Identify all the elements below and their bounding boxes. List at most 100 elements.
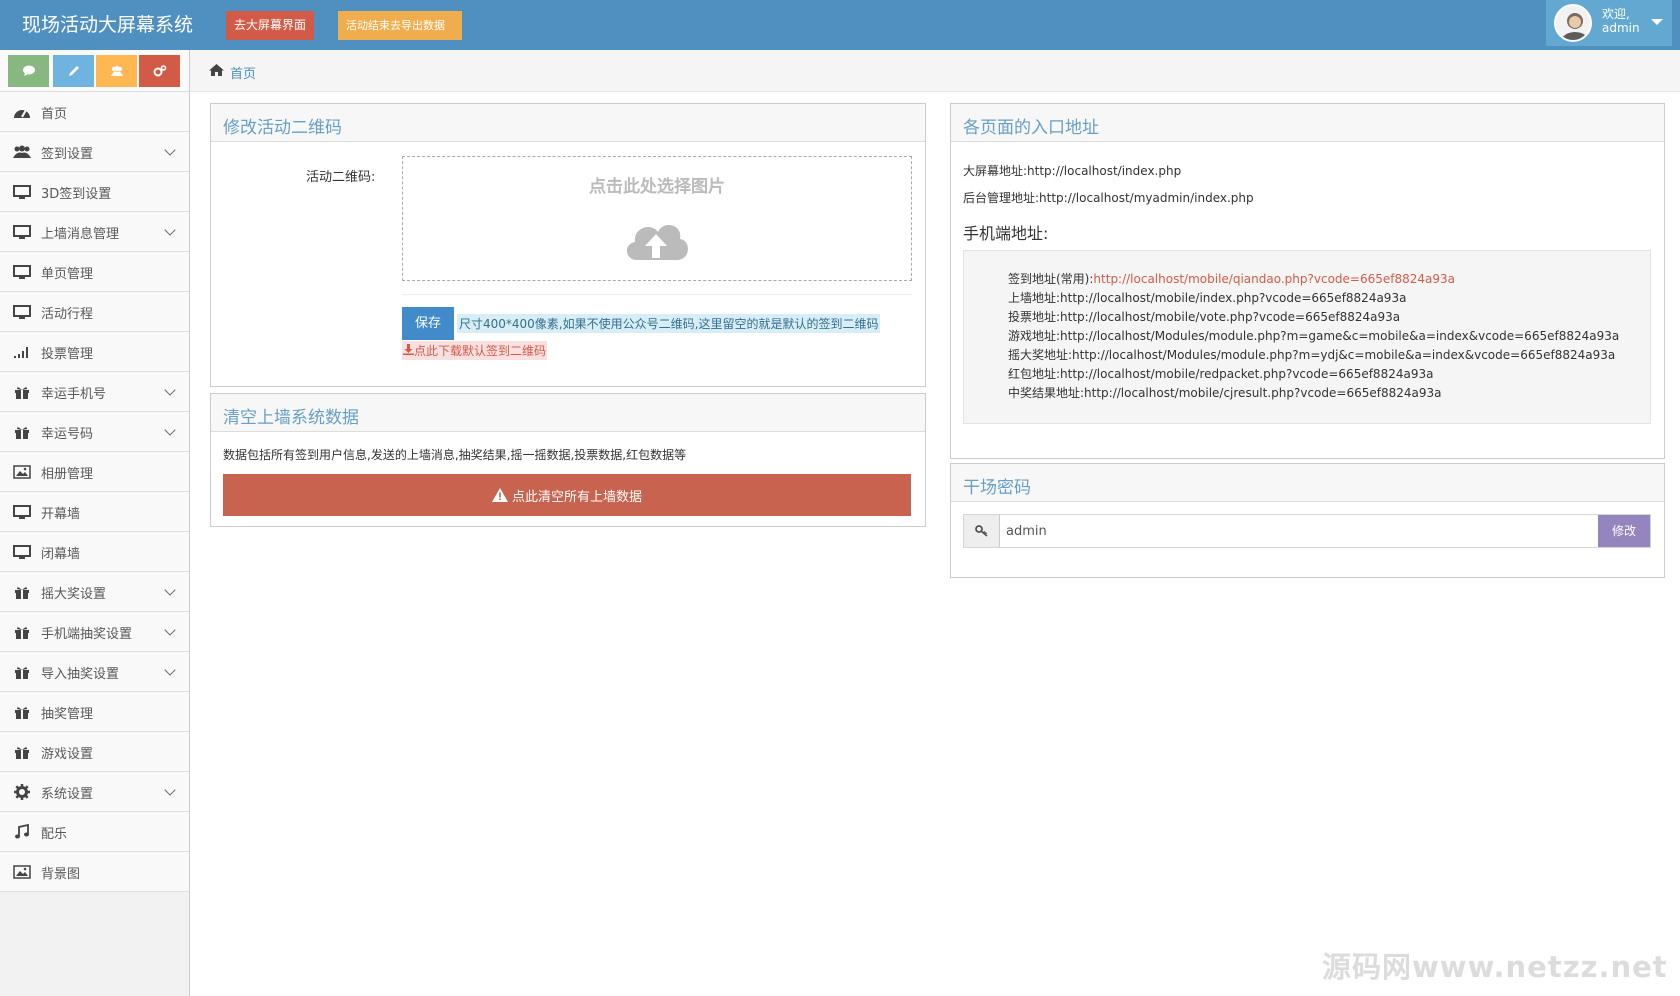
shortcut-users-button[interactable] (96, 55, 137, 87)
key-icon (964, 515, 1000, 547)
sidebar: 首页 签到设置 3D签到设置 上墙消息管理 单页管理 活动行程 投票管理 幸运手… (0, 50, 190, 996)
sidebar-item-signin[interactable]: 签到设置 (0, 132, 189, 172)
users-icon (110, 66, 123, 76)
home-icon (208, 63, 225, 81)
desktop-icon (12, 224, 32, 240)
avatar (1554, 4, 1592, 42)
signal-icon (12, 344, 32, 360)
cogs-icon (153, 65, 166, 77)
sidebar-item-closing-wall[interactable]: 闭幕墙 (0, 532, 189, 572)
warning-icon (491, 488, 508, 502)
pencil-icon (68, 66, 79, 76)
sidebar-shortcuts (0, 50, 189, 92)
shortcut-edit-button[interactable] (53, 55, 94, 87)
gift-icon (12, 704, 32, 720)
user-menu[interactable]: 欢迎, admin (1546, 0, 1672, 46)
chevron-down-icon (164, 664, 176, 676)
entry-urls-widget: 各页面的入口地址 大屏幕地址:http://localhost/index.ph… (950, 103, 1665, 459)
screen-url: 大屏幕地址:http://localhost/index.php (963, 164, 1182, 178)
widget-title: 清空上墙系统数据 (223, 408, 359, 428)
music-icon (12, 824, 32, 840)
sidebar-item-vote[interactable]: 投票管理 (0, 332, 189, 372)
export-data-button[interactable]: 活动结束去导出数据 (338, 11, 462, 40)
brand-title[interactable]: 现场活动大屏幕系统 (22, 10, 193, 37)
gift-icon (12, 624, 32, 640)
sidebar-item-background[interactable]: 背景图 (0, 852, 189, 892)
chevron-down-icon (164, 424, 176, 436)
sidebar-item-lucky-number[interactable]: 幸运号码 (0, 412, 189, 452)
sidebar-item-wall-messages[interactable]: 上墙消息管理 (0, 212, 189, 252)
chevron-down-icon (164, 624, 176, 636)
password-input-group: 修改 (963, 514, 1651, 548)
breadcrumb: 首页 (190, 50, 1680, 92)
cog-icon (12, 784, 32, 800)
welcome-text: 欢迎, (1602, 7, 1630, 21)
widget-title: 各页面的入口地址 (963, 118, 1099, 138)
sidebar-item-lottery-manage[interactable]: 抽奖管理 (0, 692, 189, 732)
sidebar-item-mobile-lottery[interactable]: 手机端抽奖设置 (0, 612, 189, 652)
desktop-icon (12, 264, 32, 280)
sidebar-item-shake-prize[interactable]: 摇大奖设置 (0, 572, 189, 612)
gift-icon (12, 584, 32, 600)
qrcode-label: 活动二维码: (306, 170, 376, 185)
go-screen-button[interactable]: 去大屏幕界面 (226, 11, 314, 40)
download-default-qrcode-link[interactable]: 点此下载默认签到二维码 (402, 341, 548, 360)
desktop-icon (12, 544, 32, 560)
top-navbar: 现场活动大屏幕系统 去大屏幕界面 活动结束去导出数据 欢迎, admin (0, 0, 1680, 50)
chevron-down-icon (164, 144, 176, 156)
shortcut-settings-button[interactable] (139, 55, 180, 87)
download-icon (403, 344, 414, 355)
dashboard-icon (12, 104, 32, 120)
result-url: 中奖结果地址:http://localhost/mobile/cjresult.… (1008, 386, 1442, 400)
gift-icon (12, 664, 32, 680)
clear-data-widget: 清空上墙系统数据 数据包括所有签到用户信息,发送的上墙消息,抽奖结果,摇一摇数据… (210, 393, 926, 527)
widget-title: 修改活动二维码 (223, 118, 342, 138)
sidebar-item-system[interactable]: 系统设置 (0, 772, 189, 812)
sidebar-item-lucky-phone[interactable]: 幸运手机号 (0, 372, 189, 412)
sidebar-item-single-page[interactable]: 单页管理 (0, 252, 189, 292)
users-icon (12, 144, 32, 160)
username: admin (1602, 21, 1640, 35)
chevron-down-icon (164, 224, 176, 236)
desktop-icon (12, 184, 32, 200)
mobile-urls-box: 签到地址(常用):http://localhost/mobile/qiandao… (963, 250, 1651, 424)
gift-icon (12, 424, 32, 440)
mobile-urls-title: 手机端地址: (963, 224, 1049, 243)
sidebar-item-schedule[interactable]: 活动行程 (0, 292, 189, 332)
breadcrumb-home-link[interactable]: 首页 (230, 63, 256, 82)
qrcode-widget: 修改活动二维码 活动二维码: 点击此处选择图片 保存 尺寸400*400像素,如… (210, 103, 926, 387)
game-url: 游戏地址:http://localhost/Modules/module.php… (1008, 329, 1620, 343)
shake-prize-url: 摇大奖地址:http://localhost/Modules/module.ph… (1008, 348, 1616, 362)
redpacket-url: 红包地址:http://localhost/mobile/redpacket.p… (1008, 367, 1434, 381)
clear-all-data-button[interactable]: 点此清空所有上墙数据 (223, 474, 911, 516)
sidebar-item-album[interactable]: 相册管理 (0, 452, 189, 492)
sidebar-item-games[interactable]: 游戏设置 (0, 732, 189, 772)
desktop-icon (12, 304, 32, 320)
gift-icon (12, 384, 32, 400)
comment-icon (22, 65, 35, 76)
password-widget: 干场密码 修改 (950, 463, 1665, 578)
sidebar-item-3d-signin[interactable]: 3D签到设置 (0, 172, 189, 212)
password-input[interactable] (1000, 515, 1598, 547)
sidebar-item-home[interactable]: 首页 (0, 92, 189, 132)
gift-icon (12, 744, 32, 760)
sidebar-item-music[interactable]: 配乐 (0, 812, 189, 852)
picture-icon (12, 864, 32, 880)
clear-description: 数据包括所有签到用户信息,发送的上墙消息,抽奖结果,摇一摇数据,投票数据,红包数… (223, 448, 687, 462)
vote-url: 投票地址:http://localhost/mobile/vote.php?vc… (1008, 310, 1401, 324)
admin-url: 后台管理地址:http://localhost/myadmin/index.ph… (963, 191, 1254, 205)
chevron-down-icon (164, 584, 176, 596)
picture-icon (12, 464, 32, 480)
save-button[interactable]: 保存 (402, 307, 454, 340)
caret-down-icon (1651, 19, 1663, 25)
upload-prompt: 点击此处选择图片 (589, 177, 725, 197)
chevron-down-icon (164, 384, 176, 396)
size-hint: 尺寸400*400像素,如果不使用公众号二维码,这里留空的就是默认的签到二维码 (457, 314, 881, 333)
shortcut-comment-button[interactable] (8, 55, 49, 87)
cloud-upload-icon (621, 212, 691, 266)
sidebar-item-import-lottery[interactable]: 导入抽奖设置 (0, 652, 189, 692)
watermark: 源码网www.netzz.net (1322, 950, 1668, 984)
image-upload-area[interactable]: 点击此处选择图片 (402, 156, 912, 281)
sidebar-item-opening-wall[interactable]: 开幕墙 (0, 492, 189, 532)
modify-password-button[interactable]: 修改 (1598, 515, 1650, 547)
